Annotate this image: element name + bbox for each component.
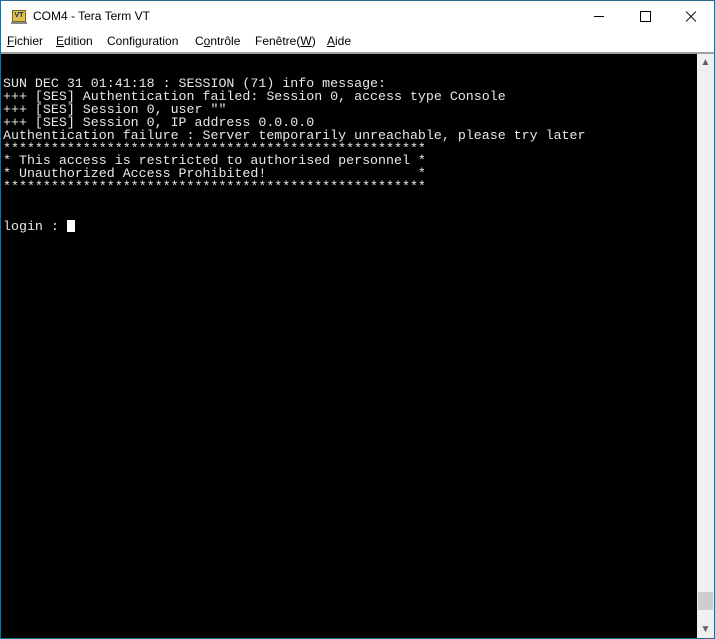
tera-term-app-icon[interactable]: VT xyxy=(11,10,27,24)
terminal-screen[interactable]: SUN DEC 31 01:41:18 : SESSION (71) info … xyxy=(1,54,697,638)
vertical-scrollbar[interactable]: ▲ ▼ xyxy=(697,54,714,638)
title-bar[interactable]: VT COM4 - Tera Term VT xyxy=(1,1,714,32)
scroll-down-arrow-icon[interactable]: ▼ xyxy=(697,621,714,638)
terminal-line: login : xyxy=(3,218,67,234)
menu-aide[interactable]: Aide xyxy=(327,34,351,48)
close-button[interactable] xyxy=(668,1,714,32)
minimize-button[interactable] xyxy=(576,1,622,32)
menu-fenetre[interactable]: Fenêtre(W) xyxy=(255,34,316,48)
scrollbar-thumb[interactable] xyxy=(698,592,713,611)
minimize-icon xyxy=(594,16,604,17)
menu-fichier[interactable]: Fichier xyxy=(7,34,43,48)
text-cursor xyxy=(66,219,75,232)
menu-bar: Fichier Edition Configuration Contrôle F… xyxy=(1,32,714,52)
tera-term-window: VT COM4 - Tera Term VT Fichier Edition C… xyxy=(0,0,715,639)
close-icon xyxy=(685,11,697,23)
terminal-line: ****************************************… xyxy=(3,179,426,195)
maximize-icon xyxy=(639,11,651,22)
menu-edition[interactable]: Edition xyxy=(56,34,93,48)
window-title: COM4 - Tera Term VT xyxy=(33,9,150,23)
menu-configuration[interactable]: Configuration xyxy=(107,34,178,48)
menu-controle[interactable]: Contrôle xyxy=(195,34,240,48)
maximize-button[interactable] xyxy=(622,1,668,32)
terminal-output: SUN DEC 31 01:41:18 : SESSION (71) info … xyxy=(3,77,586,234)
scroll-up-arrow-icon[interactable]: ▲ xyxy=(697,54,714,71)
